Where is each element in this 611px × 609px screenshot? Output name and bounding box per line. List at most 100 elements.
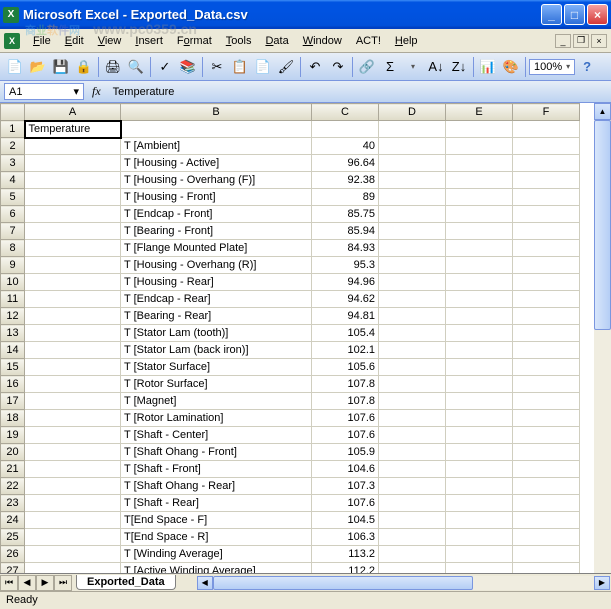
row-header[interactable]: 24 xyxy=(1,512,25,529)
cell[interactable] xyxy=(25,325,121,342)
row-header[interactable]: 15 xyxy=(1,359,25,376)
row-header[interactable]: 8 xyxy=(1,240,25,257)
tab-nav-first[interactable]: ⏮ xyxy=(0,575,18,591)
tab-nav-last[interactable]: ⏭ xyxy=(54,575,72,591)
cell[interactable] xyxy=(25,410,121,427)
cell[interactable] xyxy=(513,240,580,257)
cell[interactable] xyxy=(446,427,513,444)
cell[interactable] xyxy=(446,308,513,325)
cell[interactable] xyxy=(513,138,580,155)
cell[interactable]: T [Shaft Ohang - Front] xyxy=(121,444,312,461)
cell[interactable]: 96.64 xyxy=(312,155,379,172)
cell[interactable]: 107.3 xyxy=(312,478,379,495)
cell[interactable] xyxy=(513,189,580,206)
cell[interactable]: T [Rotor Surface] xyxy=(121,376,312,393)
cell[interactable]: T [Endcap - Front] xyxy=(121,206,312,223)
cell[interactable] xyxy=(379,410,446,427)
cell[interactable] xyxy=(25,376,121,393)
cell[interactable] xyxy=(446,410,513,427)
cell[interactable] xyxy=(446,121,513,138)
cell[interactable] xyxy=(513,359,580,376)
cell[interactable] xyxy=(379,546,446,563)
row-header[interactable]: 6 xyxy=(1,206,25,223)
cell[interactable] xyxy=(446,223,513,240)
cell[interactable] xyxy=(25,359,121,376)
cell[interactable] xyxy=(446,478,513,495)
cell[interactable] xyxy=(446,172,513,189)
cell[interactable] xyxy=(25,172,121,189)
menu-insert[interactable]: Insert xyxy=(128,32,170,50)
new-button[interactable]: 📄 xyxy=(4,56,26,78)
cell[interactable] xyxy=(513,155,580,172)
cell[interactable]: 89 xyxy=(312,189,379,206)
help-button[interactable]: ? xyxy=(576,56,598,78)
menu-edit[interactable]: Edit xyxy=(58,32,91,50)
cell[interactable] xyxy=(379,461,446,478)
cell[interactable]: T [Housing - Overhang (F)] xyxy=(121,172,312,189)
cell[interactable] xyxy=(513,461,580,478)
cell[interactable] xyxy=(121,121,312,138)
cell[interactable] xyxy=(25,427,121,444)
cell[interactable] xyxy=(379,376,446,393)
menu-file[interactable]: File xyxy=(26,32,58,50)
cell[interactable] xyxy=(25,138,121,155)
row-header[interactable]: 19 xyxy=(1,427,25,444)
column-header-F[interactable]: F xyxy=(513,104,580,121)
cell[interactable] xyxy=(446,393,513,410)
sheet-tab[interactable]: Exported_Data xyxy=(76,575,176,590)
autosum-dropdown[interactable]: ▾ xyxy=(402,56,424,78)
column-header-B[interactable]: B xyxy=(121,104,312,121)
format-painter-button[interactable]: 🖌 xyxy=(275,56,297,78)
workbook-icon[interactable]: X xyxy=(4,33,20,49)
cell[interactable] xyxy=(446,155,513,172)
menu-act[interactable]: ACT! xyxy=(349,32,388,50)
cell[interactable] xyxy=(513,223,580,240)
cell[interactable] xyxy=(379,444,446,461)
cell[interactable]: T [Housing - Front] xyxy=(121,189,312,206)
save-button[interactable]: 💾 xyxy=(50,56,72,78)
permission-button[interactable]: 🔒 xyxy=(73,56,95,78)
menu-format[interactable]: Format xyxy=(170,32,219,50)
cell[interactable] xyxy=(379,427,446,444)
menu-window[interactable]: Window xyxy=(296,32,349,50)
cell[interactable] xyxy=(446,444,513,461)
cell[interactable] xyxy=(379,342,446,359)
row-header[interactable]: 3 xyxy=(1,155,25,172)
cell[interactable] xyxy=(25,274,121,291)
cell[interactable] xyxy=(446,257,513,274)
print-button[interactable]: 🖨 xyxy=(102,56,124,78)
maximize-button[interactable]: □ xyxy=(564,4,585,25)
cell[interactable] xyxy=(25,529,121,546)
row-header[interactable]: 5 xyxy=(1,189,25,206)
row-header[interactable]: 4 xyxy=(1,172,25,189)
cell[interactable] xyxy=(446,291,513,308)
sort-desc-button[interactable]: Z↓ xyxy=(448,56,470,78)
cell[interactable]: T [Stator Surface] xyxy=(121,359,312,376)
cell[interactable]: 94.96 xyxy=(312,274,379,291)
row-header[interactable]: 22 xyxy=(1,478,25,495)
cell[interactable] xyxy=(25,393,121,410)
cell[interactable] xyxy=(379,529,446,546)
scroll-right-button[interactable]: ▶ xyxy=(594,576,610,590)
cell[interactable]: 104.5 xyxy=(312,512,379,529)
row-header[interactable]: 7 xyxy=(1,223,25,240)
cell[interactable] xyxy=(513,274,580,291)
cell[interactable]: 105.6 xyxy=(312,359,379,376)
chart-button[interactable]: 📊 xyxy=(477,56,499,78)
drawing-button[interactable]: 🎨 xyxy=(500,56,522,78)
cell[interactable]: T[End Space - F] xyxy=(121,512,312,529)
doc-restore-button[interactable]: ❐ xyxy=(573,34,589,48)
cell[interactable] xyxy=(25,189,121,206)
cell[interactable] xyxy=(446,274,513,291)
cell[interactable] xyxy=(513,308,580,325)
doc-close-button[interactable]: × xyxy=(591,34,607,48)
doc-minimize-button[interactable]: _ xyxy=(555,34,571,48)
zoom-combo[interactable]: 100%▾ xyxy=(529,59,575,75)
cell[interactable]: T [Rotor Lamination] xyxy=(121,410,312,427)
cell[interactable] xyxy=(25,512,121,529)
menu-view[interactable]: View xyxy=(91,32,129,50)
row-header[interactable]: 23 xyxy=(1,495,25,512)
row-header[interactable]: 25 xyxy=(1,529,25,546)
cell[interactable]: 107.8 xyxy=(312,376,379,393)
menu-help[interactable]: Help xyxy=(388,32,425,50)
